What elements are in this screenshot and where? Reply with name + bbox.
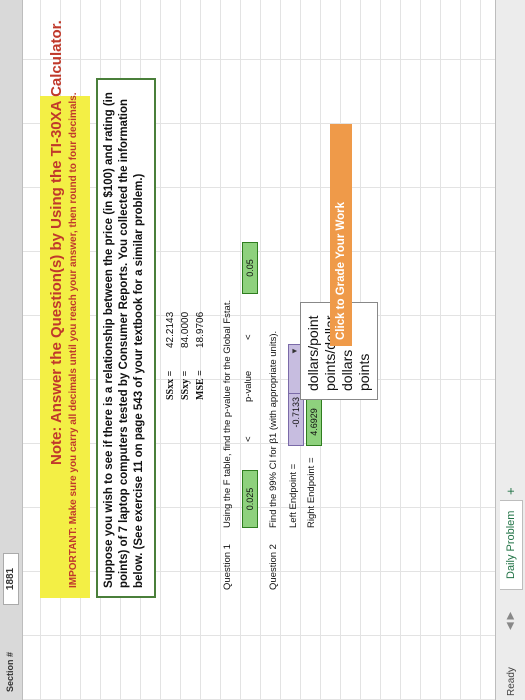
units-option[interactable]: points bbox=[356, 311, 373, 391]
ssxy-value: 84.0000 bbox=[180, 311, 191, 348]
question-1-prompt: Using the F table, find the p-value for … bbox=[222, 299, 233, 528]
sheet-nav-arrows-icon[interactable]: ◀ ▶ bbox=[505, 612, 516, 630]
spreadsheet-view: Section # 1881 Note: Answer the Question… bbox=[0, 0, 525, 700]
ssxy-label: SSxy = bbox=[180, 370, 191, 400]
add-sheet-icon[interactable]: + bbox=[503, 487, 518, 495]
tab-daily-problem[interactable]: Daily Problem bbox=[500, 499, 523, 590]
left-endpoint-value[interactable]: -0.7133 bbox=[288, 392, 304, 446]
header-bar: Section # 1881 bbox=[0, 0, 23, 700]
ssxx-value: 42.2143 bbox=[165, 311, 176, 348]
note-title: Note: Answer the Question(s) by Using th… bbox=[48, 20, 65, 465]
pvalue-lower-bound[interactable]: 0.025 bbox=[242, 470, 258, 528]
right-endpoint-value[interactable]: 4.6929 bbox=[306, 398, 322, 446]
units-option[interactable]: dollars/point bbox=[305, 311, 322, 392]
mse-value: 18.9706 bbox=[195, 311, 206, 348]
mse-label: MSE = bbox=[195, 370, 206, 400]
dropdown-arrow-icon[interactable]: ▼ bbox=[290, 347, 299, 355]
status-text: Ready bbox=[506, 667, 517, 696]
question-2-label: Question 2 bbox=[268, 544, 279, 590]
left-endpoint-label: Left Endpoint = bbox=[288, 463, 299, 528]
grade-button[interactable]: Click to Grade Your Work bbox=[330, 124, 352, 346]
question-1-label: Question 1 bbox=[222, 544, 233, 590]
question-2-prompt: Find the 99% CI for β1 (with appropriate… bbox=[268, 330, 279, 528]
pvalue-upper-bound[interactable]: 0.05 bbox=[242, 242, 258, 294]
section-number[interactable]: 1881 bbox=[3, 553, 19, 605]
ssxx-label: SSxx = bbox=[165, 370, 176, 400]
less-than-1: < bbox=[243, 436, 254, 442]
less-than-2: < bbox=[243, 334, 254, 340]
note-subtitle: IMPORTANT: Make sure you carry all decim… bbox=[68, 92, 79, 589]
section-label: Section # bbox=[5, 651, 15, 692]
right-endpoint-label: Right Endpoint = bbox=[306, 457, 317, 528]
pvalue-label: p-value bbox=[243, 370, 254, 402]
problem-statement: Suppose you wish to see if there is a re… bbox=[96, 78, 156, 598]
status-bar: Ready ◀ ▶ Daily Problem + bbox=[495, 0, 525, 700]
